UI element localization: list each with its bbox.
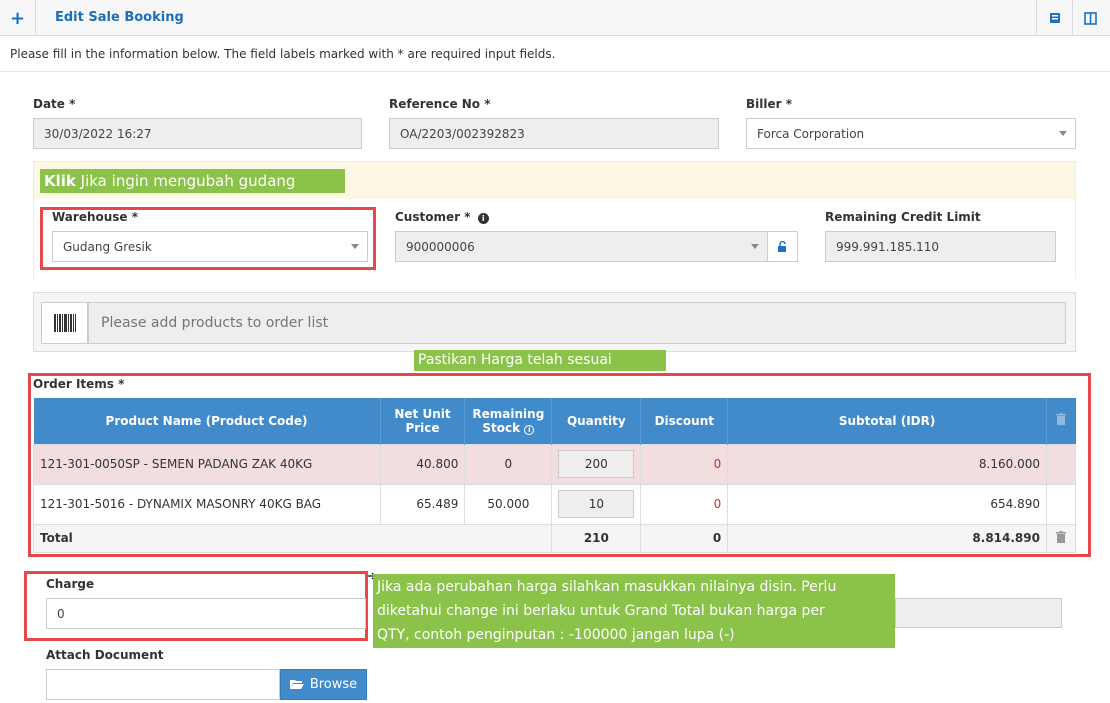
browse-button[interactable]: Browse xyxy=(280,669,367,700)
date-input[interactable]: 30/03/2022 16:27 xyxy=(33,118,362,149)
row-price: 40.800 xyxy=(379,443,466,485)
info-icon: i xyxy=(524,424,535,435)
customer-value: 900000006 xyxy=(406,239,475,254)
reference-input[interactable]: OA/2203/002392823 xyxy=(389,118,719,149)
quantity-input[interactable]: 10 xyxy=(558,490,635,518)
reference-label: Reference No * xyxy=(389,97,491,111)
price-annotation: Pastikan Harga telah sesuai xyxy=(414,350,666,371)
attach-input[interactable] xyxy=(46,669,280,700)
charge-label: Charge xyxy=(46,577,95,591)
charge-annotation-line2: diketahui change ini berlaku untuk Grand… xyxy=(377,603,825,619)
warehouse-select[interactable]: Gudang Gresik xyxy=(52,231,368,262)
table-row: 121-301-0050SP - SEMEN PADANG ZAK 40KG 4… xyxy=(33,443,1077,485)
row-discount[interactable]: 0 xyxy=(640,483,729,525)
charge-annotation-line1: Jika ada perubahan harga silahkan masukk… xyxy=(377,579,837,595)
col-quantity: Quantity xyxy=(551,398,642,444)
divider xyxy=(0,71,1110,72)
row-action xyxy=(1045,443,1077,485)
trash-icon[interactable] xyxy=(1045,523,1077,553)
order-items-table: Product Name (Product Code) Net Unit Pric… xyxy=(32,398,1077,553)
browse-label: Browse xyxy=(309,677,358,692)
customer-select[interactable]: 900000006 xyxy=(395,231,768,262)
biller-select[interactable]: Forca Corporation xyxy=(746,118,1076,149)
product-search-input[interactable] xyxy=(88,302,1066,344)
col-stock-line2: Stock xyxy=(482,420,521,435)
row-stock: 0 xyxy=(464,443,553,485)
row-subtotal: 8.160.000 xyxy=(727,443,1047,485)
col-price: Net Unit Price xyxy=(380,398,466,444)
col-stock-line1: Remaining xyxy=(472,406,545,421)
table-row: 121-301-5016 - DYNAMIX MASONRY 40KG BAG … xyxy=(33,483,1077,525)
date-label: Date * xyxy=(33,97,76,111)
row-stock: 50.000 xyxy=(464,483,553,525)
row-quantity-cell: 200 xyxy=(551,443,642,485)
charge-annotation-line3: QTY, contoh penginputan : -100000 jangan… xyxy=(377,627,735,643)
total-discount: 0 xyxy=(640,523,729,553)
barcode-icon xyxy=(41,302,88,344)
row-product: 121-301-0050SP - SEMEN PADANG ZAK 40KG xyxy=(33,443,381,485)
chevron-down-icon xyxy=(751,244,759,249)
total-subtotal: 8.814.890 xyxy=(727,523,1047,553)
intro-text: Please fill in the information below. Th… xyxy=(10,47,556,61)
charge-input[interactable]: 0 xyxy=(46,598,366,629)
credit-limit-input[interactable]: 999.991.185.110 xyxy=(825,231,1056,262)
warehouse-value: Gudang Gresik xyxy=(63,239,152,254)
columns-icon[interactable] xyxy=(1072,0,1108,36)
order-items-label: Order Items * xyxy=(33,377,125,391)
biller-value: Forca Corporation xyxy=(757,126,865,141)
warehouse-annotation-bold: Klik xyxy=(44,172,76,190)
row-price: 65.489 xyxy=(379,483,466,525)
total-quantity: 210 xyxy=(551,523,642,553)
customer-label: Customer * i xyxy=(395,210,489,224)
col-discount: Discount xyxy=(640,398,729,444)
folder-open-icon xyxy=(289,680,304,689)
charge-annotation: Jika ada perubahan harga silahkan masukk… xyxy=(373,574,895,648)
chevron-down-icon xyxy=(1059,131,1067,136)
plus-icon[interactable]: + xyxy=(0,0,36,36)
row-discount[interactable]: 0 xyxy=(640,443,729,485)
col-price-line1: Net Unit xyxy=(394,406,451,421)
attach-label: Attach Document xyxy=(46,648,164,662)
unlock-icon xyxy=(778,241,786,252)
warehouse-label: Warehouse * xyxy=(52,210,139,224)
book-icon[interactable] xyxy=(1036,0,1072,36)
customer-label-text: Customer * xyxy=(395,210,471,224)
biller-label: Biller * xyxy=(746,97,792,111)
row-action xyxy=(1045,483,1077,525)
unlock-button[interactable] xyxy=(767,231,798,262)
credit-limit-label: Remaining Credit Limit xyxy=(825,210,981,224)
col-price-line2: Price xyxy=(405,420,440,435)
hidden-field-input[interactable] xyxy=(895,598,1062,628)
row-product: 121-301-5016 - DYNAMIX MASONRY 40KG BAG xyxy=(33,483,381,525)
col-stock: Remaining Stock i xyxy=(464,398,553,444)
chevron-down-icon xyxy=(351,244,359,249)
col-product: Product Name (Product Code) xyxy=(33,398,381,444)
warehouse-annotation: Klik Jika ingin mengubah gudang xyxy=(40,169,345,193)
quantity-input[interactable]: 200 xyxy=(558,450,635,478)
row-quantity-cell: 10 xyxy=(551,483,642,525)
total-label: Total xyxy=(32,523,553,553)
warehouse-annotation-text: Jika ingin mengubah gudang xyxy=(80,172,296,190)
info-icon: i xyxy=(477,213,489,224)
total-row: Total 210 0 8.814.890 xyxy=(32,523,1077,553)
page-header: + Edit Sale Booking xyxy=(0,0,1110,36)
trash-icon[interactable] xyxy=(1046,398,1076,444)
row-subtotal: 654.890 xyxy=(727,483,1047,525)
col-subtotal: Subtotal (IDR) xyxy=(727,398,1047,444)
page-title: Edit Sale Booking xyxy=(55,10,184,25)
